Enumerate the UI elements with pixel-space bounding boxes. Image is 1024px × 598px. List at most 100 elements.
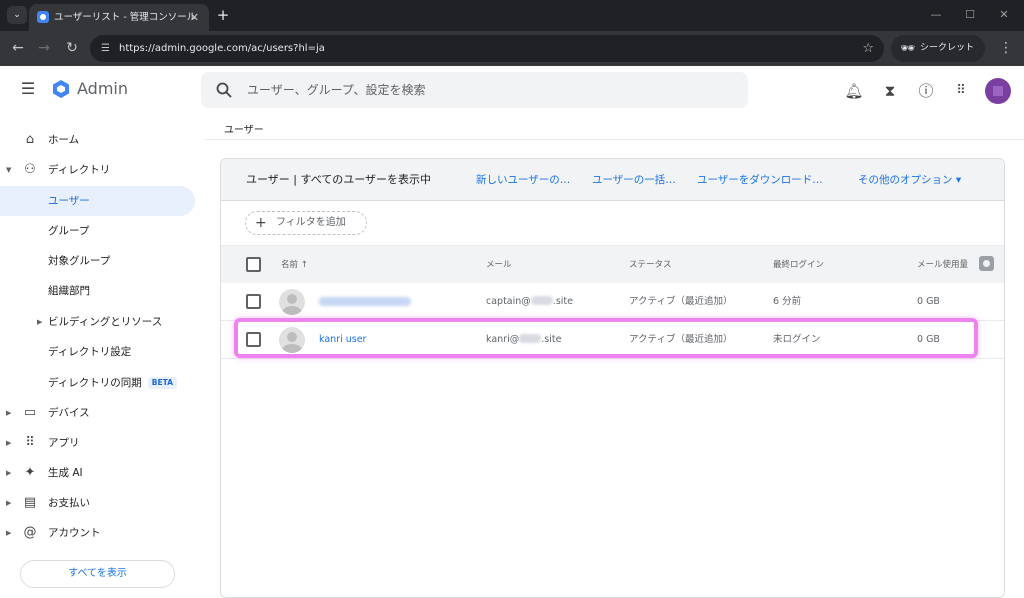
close-window-icon[interactable]: ✕ bbox=[994, 6, 1014, 24]
sidebar-item-label: 対象グループ bbox=[48, 255, 111, 267]
download-users-link[interactable]: ユーザーをダウンロード… bbox=[697, 159, 823, 201]
sidebar-item-text: ディレクトリの同期 bbox=[48, 377, 142, 389]
home-icon: ⌂ bbox=[25, 132, 35, 147]
tab-close-icon[interactable]: ✕ bbox=[190, 4, 199, 31]
column-header-last-login[interactable]: 最終ログイン bbox=[773, 246, 824, 284]
url-text: https://admin.google.com/ac/users?hl=ja bbox=[119, 43, 325, 54]
add-filter-label: フィルタを追加 bbox=[276, 217, 346, 228]
plus-icon: + bbox=[255, 215, 267, 231]
column-settings-icon[interactable] bbox=[979, 256, 994, 271]
sidebar-item-label: ディレクトリの同期 BETA bbox=[48, 368, 177, 398]
devices-icon: ▭ bbox=[23, 405, 37, 420]
sidebar-item-apps[interactable]: ▶ ⠿ アプリ bbox=[0, 428, 195, 458]
expand-right-icon: ▶ bbox=[6, 469, 12, 477]
sidebar-item-billing[interactable]: ▶ ▤ お支払い bbox=[0, 488, 195, 518]
sidebar-item-label: グループ bbox=[48, 225, 90, 237]
redacted-domain bbox=[530, 296, 553, 305]
address-bar[interactable]: ☰ https://admin.google.com/ac/users?hl=j… bbox=[90, 35, 884, 62]
sidebar-item-label: デバイス bbox=[48, 407, 90, 419]
sidebar-item-org-units[interactable]: 組織部門 bbox=[0, 276, 195, 306]
add-new-user-link[interactable]: 新しいユーザーの… bbox=[476, 159, 570, 201]
bulk-update-users-link[interactable]: ユーザーの一括… bbox=[592, 159, 676, 201]
credit-card-icon: ▤ bbox=[23, 495, 37, 510]
admin-logo-icon bbox=[53, 80, 69, 98]
tab-bar: ⌄ ユーザーリスト - 管理コンソール ✕ + — ☐ ✕ bbox=[0, 0, 1024, 31]
reload-icon[interactable]: ↻ bbox=[61, 37, 83, 59]
more-options-link[interactable]: その他のオプション ▾ bbox=[858, 159, 961, 201]
sparkle-icon: ✦ bbox=[24, 465, 36, 480]
browser-menu-icon[interactable]: ⋮ bbox=[997, 37, 1015, 59]
column-header-email[interactable]: メール bbox=[486, 246, 512, 284]
person-icon: ⚇ bbox=[24, 162, 36, 177]
sidebar-item-devices[interactable]: ▶ ▭ デバイス bbox=[0, 398, 195, 428]
sidebar-item-label: ホーム bbox=[48, 134, 80, 146]
sidebar: ⌂ ホーム ▼ ⚇ ディレクトリ ユーザー グループ 対象グループ 組織部門 ▶… bbox=[0, 116, 205, 592]
user-email: captain@ .site bbox=[486, 283, 573, 321]
tab-search-button[interactable]: ⌄ bbox=[7, 6, 27, 24]
bookmark-star-icon[interactable]: ☆ bbox=[862, 35, 874, 62]
sidebar-item-label: ユーザー bbox=[48, 195, 90, 207]
apps-launcher-icon[interactable]: ⠿ bbox=[949, 79, 973, 103]
highlight-annotation bbox=[234, 318, 978, 358]
sidebar-item-label: ディレクトリ設定 bbox=[48, 346, 132, 358]
search-icon bbox=[216, 82, 232, 98]
email-local-part: captain@ bbox=[486, 296, 531, 307]
apps-grid-icon: ⠿ bbox=[25, 435, 35, 450]
expand-down-icon: ▼ bbox=[6, 166, 12, 174]
tasks-hourglass-icon[interactable]: ⧗ bbox=[878, 79, 902, 103]
notifications-bell-icon[interactable]: 🔔︎ bbox=[842, 79, 866, 103]
select-all-checkbox[interactable] bbox=[246, 257, 261, 272]
user-last-login: 6 分前 bbox=[773, 296, 802, 307]
search-box[interactable]: ユーザー、グループ、設定を検索 bbox=[201, 72, 748, 108]
sidebar-item-home[interactable]: ⌂ ホーム bbox=[0, 125, 195, 155]
sidebar-item-directory-settings[interactable]: ディレクトリ設定 bbox=[0, 337, 195, 367]
tab-title: ユーザーリスト - 管理コンソール bbox=[54, 12, 197, 23]
sidebar-item-target-groups[interactable]: 対象グループ bbox=[0, 246, 195, 276]
expand-right-icon: ▶ bbox=[6, 499, 12, 507]
sidebar-item-label: 組織部門 bbox=[48, 285, 90, 297]
column-header-name[interactable]: 名前 ↑ bbox=[281, 246, 308, 284]
sidebar-item-label: お支払い bbox=[48, 497, 90, 509]
beta-badge: BETA bbox=[147, 377, 177, 389]
breadcrumb: ユーザー bbox=[224, 125, 264, 136]
row-checkbox[interactable] bbox=[246, 294, 261, 309]
browser-toolbar: ← → ↻ ☰ https://admin.google.com/ac/user… bbox=[0, 31, 1024, 80]
table-row[interactable]: captain@ .site アクティブ（最近追加） 6 分前 0 GB bbox=[221, 283, 1004, 321]
user-status: アクティブ（最近追加） bbox=[629, 296, 733, 307]
incognito-icon: 🕶 bbox=[900, 41, 916, 55]
minimize-icon[interactable]: — bbox=[926, 6, 946, 24]
sidebar-item-buildings[interactable]: ▶ ビルディングとリソース bbox=[0, 307, 195, 337]
show-all-button[interactable]: すべてを表示 bbox=[20, 560, 175, 588]
main-menu-icon[interactable]: ☰ bbox=[17, 78, 39, 100]
sidebar-item-directory-sync[interactable]: ディレクトリの同期 BETA bbox=[0, 368, 195, 398]
expand-right-icon: ▶ bbox=[6, 409, 12, 417]
maximize-icon[interactable]: ☐ bbox=[960, 6, 980, 24]
card-header: ユーザー | すべてのユーザーを表示中 新しいユーザーの… ユーザーの一括… ユ… bbox=[221, 159, 1004, 201]
back-icon[interactable]: ← bbox=[7, 37, 29, 59]
column-header-status[interactable]: ステータス bbox=[629, 246, 672, 284]
email-domain-suffix: .site bbox=[552, 296, 573, 307]
search-input[interactable]: ユーザー、グループ、設定を検索 bbox=[247, 72, 426, 108]
column-header-email-usage[interactable]: メール使用量 bbox=[917, 246, 968, 284]
sidebar-item-account[interactable]: ▶ @ アカウント bbox=[0, 518, 195, 548]
help-icon[interactable]: ⓘ bbox=[914, 79, 938, 103]
sidebar-item-label: アプリ bbox=[48, 437, 80, 449]
users-card: ユーザー | すべてのユーザーを表示中 新しいユーザーの… ユーザーの一括… ユ… bbox=[220, 158, 1005, 598]
new-tab-button[interactable]: + bbox=[213, 4, 233, 26]
sidebar-item-directory[interactable]: ▼ ⚇ ディレクトリ bbox=[0, 155, 195, 185]
sidebar-item-label: 生成 AI bbox=[48, 467, 83, 479]
sidebar-item-groups[interactable]: グループ bbox=[0, 216, 195, 246]
table-header: 名前 ↑ メール ステータス 最終ログイン メール使用量 bbox=[221, 245, 1004, 283]
add-filter-button[interactable]: + フィルタを追加 bbox=[245, 211, 367, 235]
card-title: ユーザー | すべてのユーザーを表示中 bbox=[246, 173, 432, 186]
divider bbox=[205, 139, 1024, 140]
forward-icon[interactable]: → bbox=[33, 37, 55, 59]
sidebar-item-generative-ai[interactable]: ▶ ✦ 生成 AI bbox=[0, 458, 195, 488]
sidebar-item-users[interactable]: ユーザー bbox=[0, 186, 195, 216]
expand-right-icon: ▶ bbox=[6, 529, 12, 537]
incognito-indicator[interactable]: 🕶 シークレット（2） bbox=[891, 35, 985, 80]
browser-tab[interactable]: ユーザーリスト - 管理コンソール ✕ bbox=[29, 4, 209, 31]
expand-right-icon: ▶ bbox=[37, 318, 43, 326]
account-avatar[interactable] bbox=[985, 78, 1011, 104]
site-info-icon[interactable]: ☰ bbox=[97, 40, 114, 57]
